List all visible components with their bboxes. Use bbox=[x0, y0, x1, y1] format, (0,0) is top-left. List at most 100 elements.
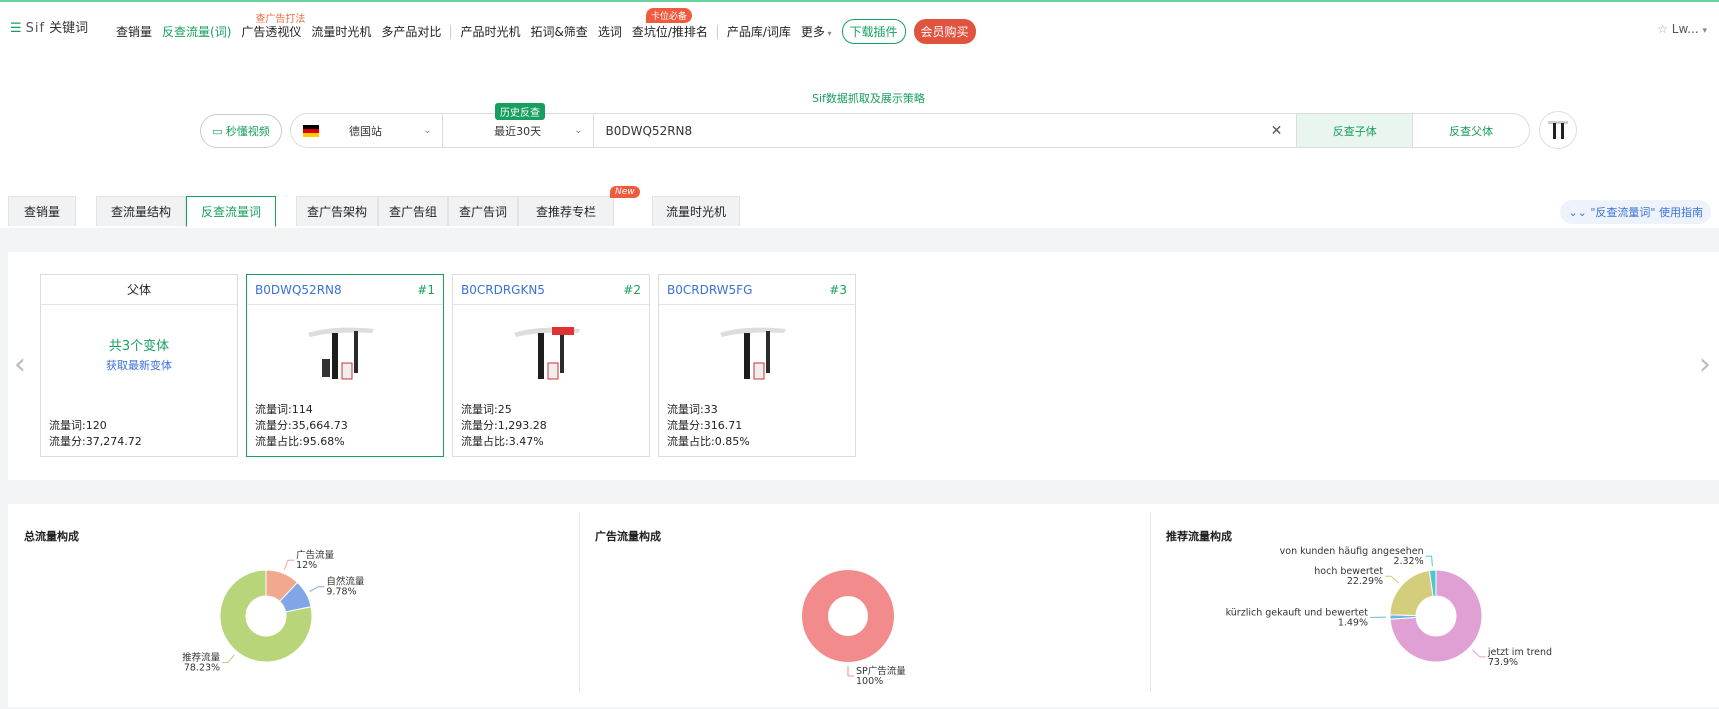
variant-asin[interactable]: B0DWQ52RN8 bbox=[255, 283, 342, 297]
nav-rank-slot[interactable]: 卡位必备 查坑位/推排名 bbox=[632, 8, 708, 40]
variant-asin[interactable]: B0CRDRGKN5 bbox=[461, 283, 545, 297]
slice-leader-line bbox=[1385, 575, 1399, 584]
search-bar: 德国站 ⌄ 最近30天 ⌄ B0DWQ52RN8 ✕ 反查子体 反查父体 bbox=[290, 113, 1530, 148]
tab-bar: 查销量 查流量结构 反查流量词 查广告架构 查广告组 查广告词 查推荐专栏 Ne… bbox=[0, 186, 1719, 228]
slice-value-label: 73.9% bbox=[1488, 657, 1518, 668]
reverse-parent-button[interactable]: 反查父体 bbox=[1413, 114, 1529, 147]
slice-value-label: 100% bbox=[856, 676, 883, 687]
prev-arrow-icon[interactable]: ‹ bbox=[14, 347, 26, 382]
variant-stats: 流量词:25 流量分:1,293.28 流量占比:3.47% bbox=[461, 403, 547, 448]
history-badge: 历史反查 bbox=[495, 103, 545, 120]
chevron-down-icon: ⌄ bbox=[423, 125, 432, 136]
tab-recommend-column[interactable]: 查推荐专栏 bbox=[518, 196, 614, 226]
ad-traffic-chart: 广告流量构成 SP广告流量 100% bbox=[579, 514, 1149, 700]
nav-product-timemachine[interactable]: 产品时光机 bbox=[460, 23, 520, 40]
chevron-down-icon: ▾ bbox=[824, 29, 832, 38]
seatpost-image bbox=[1548, 121, 1568, 139]
parent-stats: 流量词:120 流量分:37,274.72 bbox=[49, 419, 142, 448]
clear-icon[interactable]: ✕ bbox=[1271, 123, 1283, 139]
donut-chart: 广告流量12%自然流量9.78%推荐流量78.23% bbox=[182, 549, 365, 673]
slice-value-label: 9.78% bbox=[326, 587, 356, 598]
vip-purchase-button[interactable]: 会员购买 bbox=[913, 19, 976, 44]
traffic-charts-panel: 总流量构成 广告流量 12% 自然流量 9.78% 推荐流量 78.23% 广告流量构成 … bbox=[8, 504, 1719, 707]
recommend-traffic-chart: 推荐流量构成 jetzt im trend 73.9% kürzlich gekau… bbox=[1150, 514, 1719, 700]
nav-traffic-timemachine[interactable]: 流量时光机 bbox=[311, 23, 371, 40]
nav-reverse-traffic[interactable]: 反查流量(词) bbox=[162, 23, 231, 40]
chart-title: 广告流量构成 bbox=[595, 530, 661, 543]
parent-card-title: 父体 bbox=[41, 275, 237, 305]
slice-value-label: 1.49% bbox=[1338, 617, 1368, 628]
top-navbar: ☰ Sif 关键词 查销量 反查流量(词) 查广告打法 广告透视仪 流量时光机 多产品… bbox=[0, 0, 1719, 48]
seatpost-image bbox=[308, 327, 374, 380]
nav-divider bbox=[716, 24, 718, 39]
user-icon: ☆ bbox=[1657, 22, 1668, 36]
main-nav: 查销量 反查流量(词) 查广告打法 广告透视仪 流量时光机 多产品对比 产品时光机… bbox=[116, 8, 976, 44]
nav-more[interactable]: 更多 ▾ bbox=[801, 23, 832, 40]
variant-count: 共3个变体 bbox=[108, 339, 170, 354]
logo[interactable]: ☰ Sif 关键词 bbox=[10, 17, 88, 36]
slice-value-label: 2.32% bbox=[1393, 556, 1423, 567]
tab-traffic-timemachine[interactable]: 流量时光机 bbox=[652, 196, 740, 226]
donut-chart: jetzt im trend73.9%kürzlich gekauft und … bbox=[1226, 546, 1552, 668]
variant-card[interactable]: B0CRDRGKN5 #2 流量词:25 流量分:1,293.28 流量占比:3… bbox=[452, 274, 650, 457]
chevron-down-icon: ⌄ bbox=[574, 125, 583, 136]
user-menu[interactable]: ☆ Lw... ▾ bbox=[1657, 22, 1707, 36]
video-icon: ▭ bbox=[212, 124, 223, 138]
total-traffic-chart: 总流量构成 广告流量 12% 自然流量 9.78% 推荐流量 78.23% bbox=[8, 514, 578, 700]
tab-sales[interactable]: 查销量 bbox=[8, 196, 76, 226]
tab-reverse-keywords[interactable]: 反查流量词 bbox=[186, 196, 276, 227]
variant-card[interactable]: B0CRDRW5FG #3 流量词:33 流量分:316.71 流量占比:0.8… bbox=[658, 274, 856, 457]
donut-chart: SP广告流量100% bbox=[802, 570, 906, 687]
download-plugin-button[interactable]: 下载插件 bbox=[841, 19, 906, 44]
chart-title: 推荐流量构成 bbox=[1166, 530, 1232, 543]
nav-badge: 查广告打法 bbox=[255, 14, 306, 25]
pie-slice[interactable] bbox=[1389, 569, 1434, 617]
tab-ad-group[interactable]: 查广告组 bbox=[378, 196, 448, 226]
pie-slice[interactable] bbox=[802, 570, 894, 662]
nav-badge-hot: 卡位必备 bbox=[645, 8, 692, 23]
variant-rank: #3 bbox=[829, 282, 847, 297]
variant-rank: #2 bbox=[623, 282, 641, 297]
slice-value-label: 12% bbox=[296, 560, 317, 571]
nav-keyword-select[interactable]: 选词 bbox=[598, 23, 622, 40]
next-arrow-icon[interactable]: › bbox=[1699, 347, 1711, 382]
nav-divider bbox=[450, 24, 452, 39]
slice-leader-line bbox=[309, 586, 325, 593]
nav-sales[interactable]: 查销量 bbox=[116, 23, 152, 40]
parent-card[interactable]: 父体 共3个变体 获取最新变体 流量词:120 流量分:37,274.72 bbox=[40, 274, 238, 457]
slice-leader-line bbox=[1425, 555, 1433, 567]
seatpost-image bbox=[720, 327, 786, 380]
variant-card-header: B0CRDRW5FG #3 bbox=[659, 275, 855, 305]
tab-traffic-structure[interactable]: 查流量结构 bbox=[96, 196, 186, 226]
product-thumbnail[interactable] bbox=[1539, 111, 1577, 149]
slice-value-label: 78.23% bbox=[184, 662, 220, 673]
slice-leader-line bbox=[222, 654, 235, 663]
reverse-child-button[interactable]: 反查子体 bbox=[1297, 114, 1414, 147]
slice-leader-line bbox=[847, 666, 854, 677]
nav-keyword-expand[interactable]: 拓词&筛查 bbox=[530, 23, 587, 40]
asin-input[interactable]: B0DWQ52RN8 ✕ bbox=[594, 114, 1298, 147]
usage-guide-link[interactable]: ⌄⌄ "反查流量词" 使用指南 bbox=[1560, 200, 1711, 224]
nav-multi-compare[interactable]: 多产品对比 bbox=[381, 23, 441, 40]
variant-card[interactable]: B0DWQ52RN8 #1 流量词:114 流量分:35,664.73 流量占比… bbox=[246, 274, 444, 457]
variant-asin[interactable]: B0CRDRW5FG bbox=[667, 283, 752, 297]
tab-ad-structure[interactable]: 查广告架构 bbox=[296, 196, 378, 226]
data-strategy-link[interactable]: Sif数据抓取及展示策略 bbox=[812, 90, 925, 106]
variant-card-header: B0DWQ52RN8 #1 bbox=[247, 275, 443, 305]
slice-leader-line bbox=[283, 559, 295, 570]
variant-stats: 流量词:114 流量分:35,664.73 流量占比:95.68% bbox=[255, 403, 348, 448]
nav-product-library[interactable]: 产品库/词库 bbox=[727, 23, 791, 40]
germany-flag-icon bbox=[303, 124, 319, 137]
double-chevron-icon: ⌄⌄ bbox=[1568, 206, 1591, 219]
variant-card-header: B0CRDRGKN5 #2 bbox=[453, 275, 649, 305]
video-guide-button[interactable]: ▭ 秒懂视频 bbox=[200, 114, 282, 148]
slice-value-label: 22.29% bbox=[1347, 576, 1383, 587]
menu-icon[interactable]: ☰ bbox=[10, 21, 22, 36]
fetch-variants-link[interactable]: 获取最新变体 bbox=[41, 357, 237, 373]
site-select[interactable]: 德国站 ⌄ bbox=[291, 114, 443, 147]
tab-ad-keywords[interactable]: 查广告词 bbox=[448, 196, 518, 226]
nav-ad-insight[interactable]: 查广告打法 广告透视仪 bbox=[241, 14, 305, 40]
variant-rank: #1 bbox=[417, 282, 435, 297]
variant-stats: 流量词:33 流量分:316.71 流量占比:0.85% bbox=[667, 403, 750, 448]
slice-leader-line bbox=[1472, 649, 1486, 658]
